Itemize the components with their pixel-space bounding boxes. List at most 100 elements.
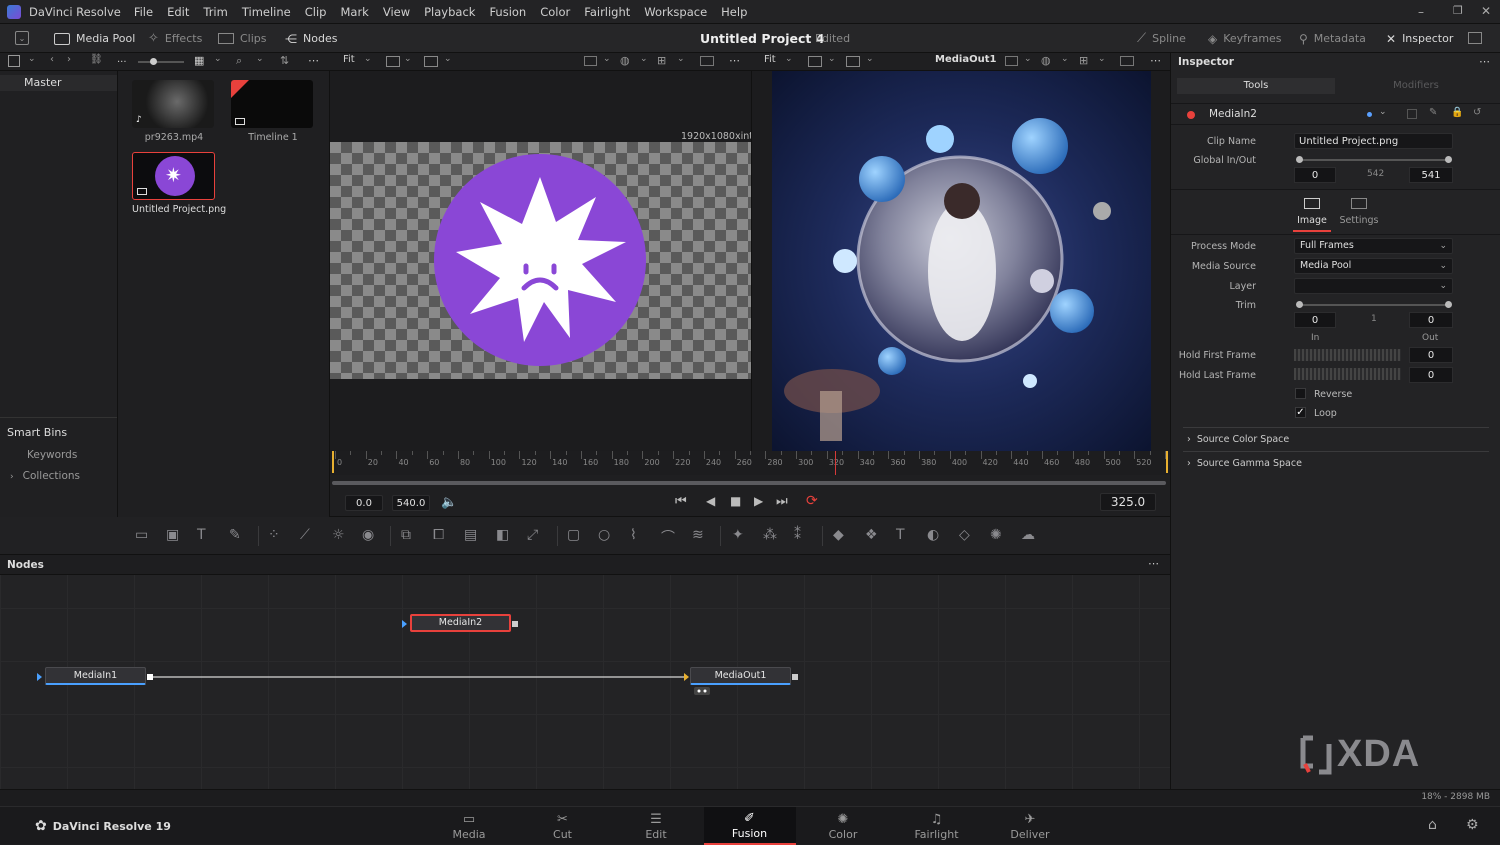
- viewer1-fit-dropdown[interactable]: Fit: [343, 54, 355, 65]
- rectangle-mask-icon[interactable]: ▢: [567, 527, 580, 543]
- hold-first-field[interactable]: 0: [1409, 347, 1453, 363]
- play-reverse-icon[interactable]: ◀: [706, 494, 715, 508]
- menu-edit[interactable]: Edit: [160, 5, 196, 19]
- global-inout-slider[interactable]: [1296, 156, 1452, 163]
- paint-tool-icon[interactable]: ✎: [229, 527, 241, 543]
- safe-area-icon[interactable]: [1120, 56, 1134, 66]
- image-plane-icon[interactable]: ▣: [166, 527, 179, 543]
- output-port[interactable]: [147, 674, 153, 680]
- render-start-field[interactable]: 0.0: [345, 495, 383, 511]
- particle-style-icon[interactable]: ⁑: [794, 527, 801, 543]
- grid-icon[interactable]: ⊞: [1079, 54, 1088, 67]
- menu-color[interactable]: Color: [533, 5, 577, 19]
- shape3d-icon[interactable]: ◆: [833, 527, 844, 543]
- tab-settings[interactable]: Settings: [1337, 196, 1381, 232]
- matte-control-icon[interactable]: ⧠: [433, 527, 444, 543]
- chevron-down-icon[interactable]: ⌄: [1379, 107, 1387, 117]
- aspect-icon[interactable]: [386, 56, 400, 67]
- nodes-button[interactable]: ⋲ Nodes: [285, 24, 337, 53]
- roi-icon[interactable]: [424, 56, 438, 67]
- particles-icon[interactable]: ⁘: [268, 527, 280, 543]
- clip-name-field[interactable]: Untitled Project.png: [1294, 133, 1453, 149]
- node-mediaout1[interactable]: MediaOut1: [690, 667, 791, 685]
- menu-clip[interactable]: Clip: [298, 5, 334, 19]
- lock-icon[interactable]: 🔒: [1451, 107, 1463, 118]
- spline-button[interactable]: ⟋ Spline: [1137, 24, 1186, 53]
- media-source-dropdown[interactable]: Media Pool ⌄: [1294, 258, 1453, 274]
- version-dot-icon[interactable]: [1367, 112, 1372, 117]
- scrub-bar[interactable]: [332, 481, 1166, 485]
- color-curves-icon[interactable]: ⟋: [300, 527, 310, 543]
- page-edit[interactable]: ☰ Edit: [610, 807, 702, 845]
- chevron-down-icon[interactable]: ⌄: [1061, 54, 1069, 64]
- smart-bin-keywords[interactable]: Keywords: [27, 449, 77, 461]
- clips-button[interactable]: Clips: [218, 24, 267, 53]
- home-icon[interactable]: ⌂: [1428, 817, 1437, 833]
- blur-icon[interactable]: ◉: [362, 527, 374, 543]
- view-option-icon[interactable]: [1005, 56, 1018, 66]
- safe-area-icon[interactable]: [700, 56, 714, 66]
- chevron-down-icon[interactable]: ⌄: [785, 54, 793, 64]
- page-cut[interactable]: ✂ Cut: [517, 807, 609, 845]
- left-viewer[interactable]: 1920x1080xint8: [330, 71, 759, 451]
- chevron-down-icon[interactable]: ⌄: [256, 54, 264, 64]
- gear-icon[interactable]: ⚙: [1466, 817, 1479, 833]
- node-color-dot[interactable]: [1187, 111, 1195, 119]
- effects-button[interactable]: ✧ Effects: [148, 24, 202, 53]
- smart-bin-collections[interactable]: › Collections: [10, 470, 80, 482]
- menu-fairlight[interactable]: Fairlight: [577, 5, 637, 19]
- chevron-down-icon[interactable]: ⌄: [404, 54, 412, 64]
- color-channel-icon[interactable]: ◍: [620, 54, 630, 67]
- sort-icon[interactable]: ⇅: [280, 54, 289, 67]
- fog-icon[interactable]: ☁: [1021, 527, 1035, 543]
- path-ellipsis[interactable]: ...: [117, 54, 127, 65]
- node-mediain1[interactable]: MediaIn1: [45, 667, 146, 685]
- range-start-marker[interactable]: [332, 451, 334, 473]
- layer-dropdown[interactable]: ⌄: [1294, 278, 1453, 294]
- polygon-mask-icon[interactable]: ⌇: [630, 527, 637, 543]
- chevron-down-icon[interactable]: ⌄: [214, 54, 222, 64]
- menu-timeline[interactable]: Timeline: [235, 5, 298, 19]
- media-pool-button[interactable]: Media Pool: [54, 24, 135, 53]
- trim-out-field[interactable]: 0: [1409, 312, 1453, 328]
- back-icon[interactable]: ‹: [50, 54, 54, 65]
- stop-icon[interactable]: ■: [730, 494, 741, 508]
- aspect-icon[interactable]: [808, 56, 822, 67]
- chevron-down-icon[interactable]: ⌄: [640, 54, 648, 64]
- pin-icon[interactable]: ✎: [1429, 107, 1437, 118]
- warp-icon[interactable]: ≋: [692, 527, 704, 543]
- loop-checkbox[interactable]: ✓: [1295, 407, 1306, 418]
- text3d-icon[interactable]: T: [896, 527, 905, 543]
- render-end-field[interactable]: 540.0: [392, 495, 430, 511]
- media-clip[interactable]: ♪ pr9263.mp4: [132, 80, 216, 143]
- hold-last-slider[interactable]: [1294, 368, 1401, 380]
- tab-image[interactable]: Image: [1293, 196, 1331, 232]
- view-option-icon[interactable]: [584, 56, 597, 66]
- source-color-space-section[interactable]: › Source Color Space: [1187, 434, 1289, 445]
- chevron-down-icon[interactable]: ⌄: [677, 54, 685, 64]
- roi-icon[interactable]: [846, 56, 860, 67]
- range-end-marker[interactable]: [1166, 451, 1168, 473]
- tab-tools[interactable]: Tools: [1177, 78, 1335, 94]
- loop-icon[interactable]: ⟳: [806, 493, 818, 509]
- global-in-field[interactable]: 0: [1294, 167, 1336, 183]
- renderer3d-icon[interactable]: ◇: [959, 527, 970, 543]
- camera3d-icon[interactable]: ◐: [927, 527, 939, 543]
- reverse-checkbox[interactable]: [1295, 388, 1306, 399]
- process-mode-dropdown[interactable]: Full Frames ⌄: [1294, 238, 1453, 254]
- maximize-button[interactable]: ❐: [1453, 4, 1463, 17]
- playhead[interactable]: [834, 451, 836, 475]
- page-deliver[interactable]: ✈ Deliver: [984, 807, 1076, 845]
- page-color[interactable]: ✺ Color: [797, 807, 889, 845]
- chevron-down-icon[interactable]: ⌄: [28, 54, 36, 64]
- page-fairlight[interactable]: ♫ Fairlight: [891, 807, 983, 845]
- menu-view[interactable]: View: [376, 5, 417, 19]
- output-port[interactable]: [512, 621, 518, 627]
- particle-render-icon[interactable]: ⁂: [763, 527, 777, 543]
- page-fusion[interactable]: ✐ Fusion: [703, 807, 796, 845]
- hold-last-field[interactable]: 0: [1409, 367, 1453, 383]
- inspector-button[interactable]: ✕ Inspector: [1386, 24, 1453, 53]
- background-tool-icon[interactable]: ▭: [135, 527, 148, 543]
- link-icon[interactable]: ⛓: [90, 54, 103, 65]
- search-icon[interactable]: ⌕: [236, 54, 242, 68]
